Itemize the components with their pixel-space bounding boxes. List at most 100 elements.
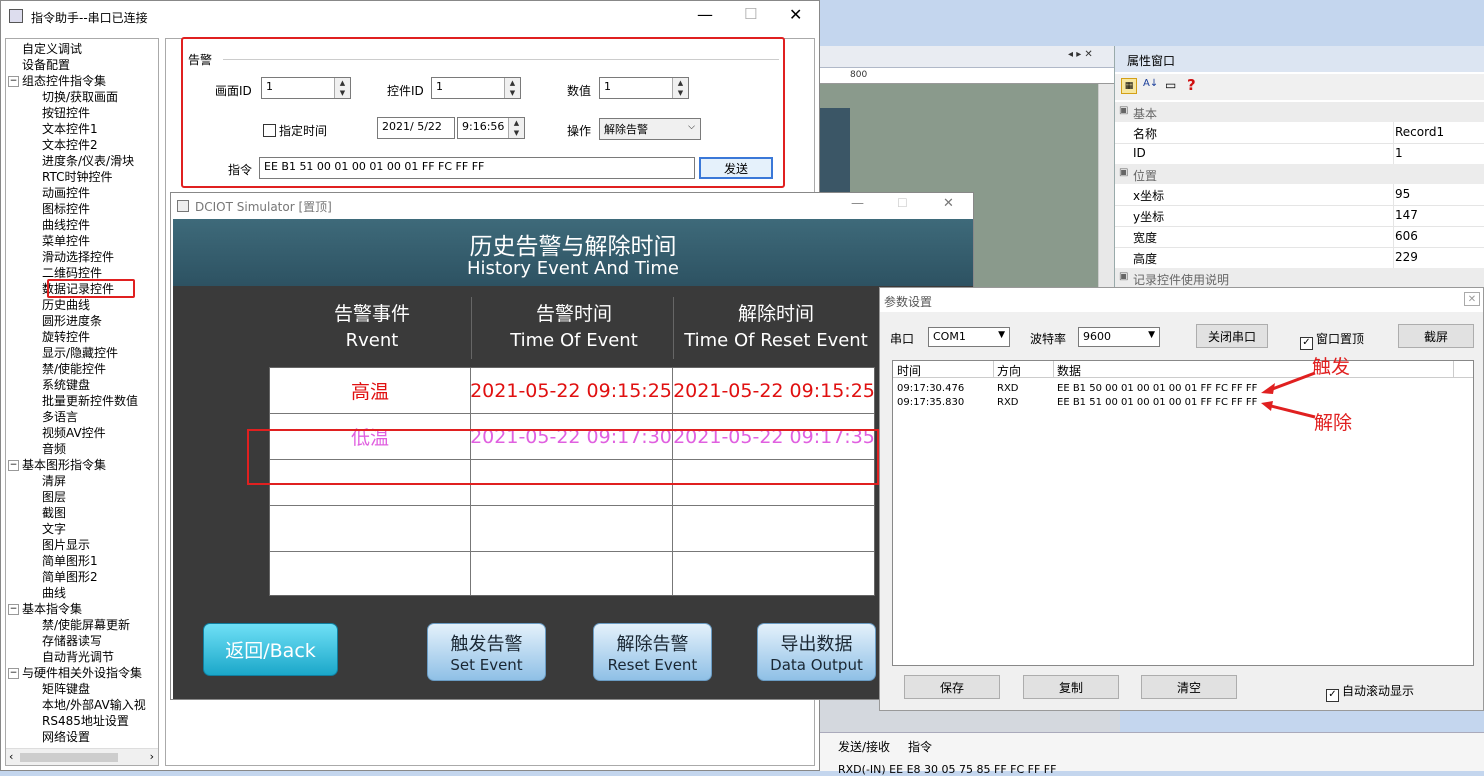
tree-item[interactable]: RTC时钟控件 [6,169,158,185]
tree-item[interactable]: 图片显示 [6,537,158,553]
tree-label: 文本控件2 [42,138,98,152]
topmost-checkbox[interactable]: ✓ 窗口置顶 [1300,330,1364,350]
tree-item[interactable]: 清屏 [6,473,158,489]
tree-item[interactable]: RS485地址设置 [6,713,158,729]
log-list[interactable]: 时间 方向 数据 09:17:30.476 RXD EE B1 50 00 01… [892,360,1474,666]
tree-group[interactable]: − 组态控件指令集 [6,73,158,89]
close-port-button[interactable]: 关闭串口 [1196,324,1268,348]
tree-item[interactable]: 简单图形1 [6,553,158,569]
copy-button[interactable]: 复制 [1023,675,1119,699]
tree-item[interactable]: 历史曲线 [6,297,158,313]
section-basic[interactable]: ▣ 基本 [1115,102,1484,122]
prop-y[interactable]: y坐标 147 [1115,205,1484,227]
tree-group[interactable]: − 与硬件相关外设指令集 [6,665,158,681]
collapse-icon[interactable]: − [8,76,19,87]
tree-item[interactable]: 多语言 [6,409,158,425]
tree-group[interactable]: − 基本图形指令集 [6,457,158,473]
col-data[interactable]: 数据 [1057,362,1081,379]
tree-item[interactable]: 视频AV控件 [6,425,158,441]
tree-item[interactable]: 存储器读写 [6,633,158,649]
tree-group[interactable]: − 基本指令集 [6,601,158,617]
sim-minimize-icon[interactable]: — [851,196,864,211]
prop-name[interactable]: 名称 Record1 [1115,122,1484,144]
output-tab-cmd[interactable]: 指令 [908,738,932,755]
help-icon[interactable]: ? [1187,76,1196,94]
screen-id-spinner[interactable]: 1 ▲ ▼ [261,77,351,99]
tree-group[interactable]: 设备配置 [6,57,158,73]
prop-height[interactable]: 高度 229 [1115,247,1484,269]
close-icon[interactable]: ✕ [789,5,802,24]
categorize-icon[interactable]: ▦ [1121,78,1137,94]
tree-hscrollbar[interactable]: ‹ › [6,748,158,765]
tree-item[interactable]: 批量更新控件数值 [6,393,158,409]
tree-item[interactable]: 系统键盘 [6,377,158,393]
tree-item[interactable]: 图标控件 [6,201,158,217]
prop-width[interactable]: 宽度 606 [1115,226,1484,248]
sort-az-icon[interactable]: A↓ [1143,78,1158,89]
time-checkbox[interactable]: 指定时间 [263,122,327,139]
tree-item[interactable]: 旋转控件 [6,329,158,345]
doc-tab-arrows[interactable]: ◂ ▸ ✕ [1068,49,1093,60]
save-button[interactable]: 保存 [904,675,1000,699]
sim-maximize-icon[interactable]: ☐ [897,196,908,210]
collapse-icon[interactable]: − [8,668,19,679]
tree-item[interactable]: 矩阵键盘 [6,681,158,697]
minimize-icon[interactable]: — [697,5,713,24]
tree-item[interactable]: 本地/外部AV输入视 [6,697,158,713]
tree-item[interactable]: 截图 [6,505,158,521]
tree-item[interactable]: 显示/隐藏控件 [6,345,158,361]
scroll-thumb[interactable] [20,753,118,762]
clear-button[interactable]: 清空 [1141,675,1237,699]
tree-item[interactable]: 文本控件1 [6,121,158,137]
tree-item[interactable]: 菜单控件 [6,233,158,249]
time-spinner[interactable]: 9:16:56 ▲ ▼ [457,117,525,139]
baud-select[interactable]: 9600 ▼ [1078,327,1160,347]
ctrl-id-spinner[interactable]: 1 ▲ ▼ [431,77,521,99]
tree-item[interactable]: 圆形进度条 [6,313,158,329]
sim-close-icon[interactable]: ✕ [943,196,954,211]
port-select[interactable]: COM1 ▼ [928,327,1010,347]
back-button[interactable]: 返回/Back [203,623,338,676]
autoscroll-checkbox[interactable]: ✓ 自动滚动显示 [1326,682,1414,702]
tree-item[interactable]: 简单图形2 [6,569,158,585]
screenshot-button[interactable]: 截屏 [1398,324,1474,348]
tree-item[interactable]: 滑动选择控件 [6,249,158,265]
value-spinner[interactable]: 1 ▲ ▼ [599,77,689,99]
tree-item[interactable]: 切换/获取画面 [6,89,158,105]
cmd-input[interactable]: EE B1 51 00 01 00 01 00 01 FF FC FF FF [259,157,695,179]
tree-item[interactable]: 文字 [6,521,158,537]
tree-item[interactable]: 自动背光调节 [6,649,158,665]
tree-item[interactable]: 动画控件 [6,185,158,201]
tree-item[interactable]: 按钮控件 [6,105,158,121]
tree-item[interactable]: 图层 [6,489,158,505]
reset-event-button[interactable]: 解除告警 Reset Event [593,623,712,681]
tree-item[interactable]: 文本控件2 [6,137,158,153]
tree-item[interactable]: 禁/使能控件 [6,361,158,377]
prop-id[interactable]: ID 1 [1115,143,1484,165]
params-close-icon[interactable]: ✕ [1464,292,1480,306]
tree-item[interactable]: 进度条/仪表/滑块 [6,153,158,169]
collapse-icon[interactable]: − [8,604,19,615]
collapse-icon[interactable]: − [8,460,19,471]
maximize-icon[interactable]: ☐ [744,5,757,23]
date-picker[interactable]: 2021/ 5/22 [377,117,455,139]
property-pages-icon[interactable]: ▭ [1165,78,1176,92]
col-dir[interactable]: 方向 [997,362,1021,379]
prop-x[interactable]: x坐标 95 [1115,184,1484,206]
tree-item[interactable]: 网络设置 [6,729,158,745]
tree-item[interactable]: 曲线 [6,585,158,601]
set-event-button[interactable]: 触发告警 Set Event [427,623,546,681]
col-time[interactable]: 时间 [897,362,921,379]
output-tab-sendrecv[interactable]: 发送/接收 [838,738,890,755]
scroll-left-icon[interactable]: ‹ [9,750,13,763]
scroll-right-icon[interactable]: › [150,750,154,763]
tree-item[interactable]: 音频 [6,441,158,457]
section-note[interactable]: ▣ 记录控件使用说明 [1115,268,1484,288]
op-select[interactable]: 解除告警 ⌵ [599,118,701,140]
tree-group[interactable]: 自定义调试 [6,41,158,57]
send-button[interactable]: 发送 [699,157,773,179]
section-position[interactable]: ▣ 位置 [1115,164,1484,184]
data-output-button[interactable]: 导出数据 Data Output [757,623,876,681]
tree-item[interactable]: 禁/使能屏幕更新 [6,617,158,633]
tree-item[interactable]: 曲线控件 [6,217,158,233]
